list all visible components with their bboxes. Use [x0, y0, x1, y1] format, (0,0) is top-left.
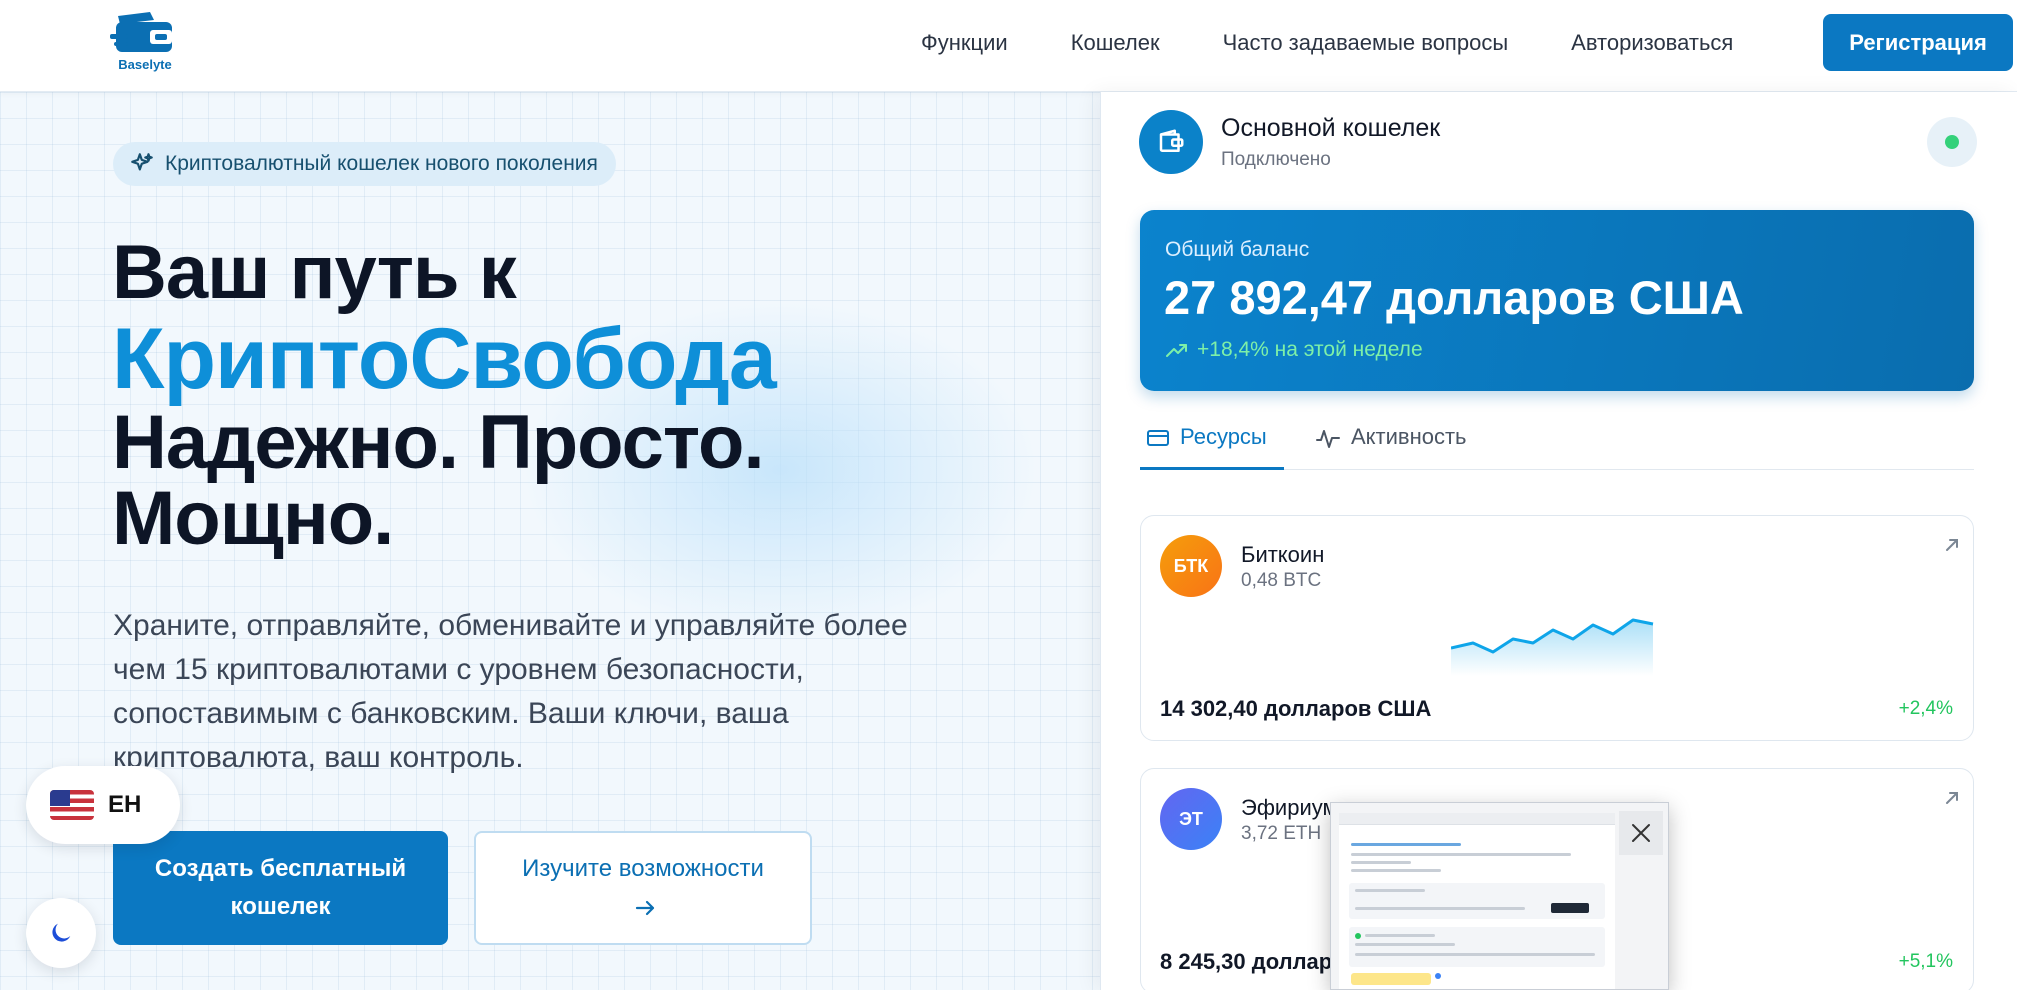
create-wallet-button-label: Создать бесплатный кошелек	[154, 855, 407, 920]
asset-change: +5,1%	[1898, 951, 1953, 972]
online-dot	[1945, 135, 1959, 149]
credit-card-icon	[1147, 430, 1169, 446]
asset-amount: 3,72 ETH	[1241, 823, 1322, 844]
arrow-up-right-icon	[1946, 539, 1958, 551]
explore-features-button[interactable]: Изучите возможности	[474, 831, 812, 945]
balance-card: Общий баланс 27 892,47 долларов США +18,…	[1140, 210, 1974, 391]
balance-label: Общий баланс	[1165, 238, 1310, 261]
arrow-up-right-icon	[1946, 792, 1958, 804]
nav-faq[interactable]: Часто задаваемые вопросы	[1223, 30, 1509, 56]
asset-amount: 0,48 BTC	[1241, 570, 1322, 591]
nav-wallet[interactable]: Кошелек	[1071, 30, 1160, 56]
screenshot-thumbnail	[1339, 813, 1615, 989]
asset-change: +2,4%	[1898, 698, 1953, 719]
hero-title-line-4: Мощно.	[112, 476, 394, 561]
hero-badge-text: Криптовалютный кошелек нового поколения	[165, 152, 598, 175]
us-flag-icon	[50, 790, 94, 820]
activity-icon	[1316, 430, 1340, 448]
sparkles-icon	[131, 153, 153, 171]
hero-badge: Криптовалютный кошелек нового поколения	[113, 142, 616, 186]
logo-text: Baselyte	[118, 57, 172, 72]
hero-title-accent: КриптоСвобода	[112, 311, 777, 407]
screenshot-preview-popup[interactable]	[1330, 802, 1669, 990]
balance-value: 27 892,47 долларов США	[1164, 271, 1744, 324]
hero-description: Храните, отправляйте, обменивайте и упра…	[113, 609, 908, 774]
wallet-status: Подключено	[1221, 149, 1331, 170]
tab-assets[interactable]: Ресурсы	[1140, 424, 1284, 470]
create-wallet-button[interactable]: Создать бесплатный кошелек	[113, 831, 448, 945]
tab-activity[interactable]: Активность	[1315, 424, 1467, 470]
nav-features[interactable]: Функции	[921, 30, 1008, 56]
register-button[interactable]: Регистрация	[1823, 14, 2013, 71]
balance-change: +18,4% на этой неделе	[1165, 338, 1423, 362]
btc-coin-icon: БТК	[1160, 535, 1222, 597]
hero-title-line-1: Ваш путь к	[112, 230, 517, 315]
wallet-tabs: Ресурсы Активность	[1140, 424, 1974, 470]
eth-coin-icon: ЭТ	[1160, 788, 1222, 850]
wallet-icon	[1139, 110, 1203, 174]
wallet-title: Основной кошелек	[1221, 114, 1441, 142]
explore-features-button-label: Изучите возможности	[516, 850, 770, 926]
logo[interactable]: Baselyte	[110, 10, 180, 74]
nav-login[interactable]: Авторизоваться	[1571, 30, 1733, 56]
language-switcher[interactable]: EH	[26, 766, 180, 844]
hero-title-line-3: Надежно. Просто.	[112, 400, 765, 485]
asset-name: Эфириум	[1241, 795, 1338, 820]
main-nav: Функции Кошелек Часто задаваемые вопросы…	[921, 0, 1796, 86]
asset-card-btc[interactable]: БТК Биткоин 0,48 BTC 14 302,40 долларов …	[1140, 515, 1974, 741]
language-code: EH	[108, 791, 142, 818]
top-navbar: Baselyte Функции Кошелек Часто задаваемы…	[0, 0, 2017, 92]
asset-name: Биткоин	[1241, 542, 1325, 567]
trending-up-icon	[1166, 344, 1187, 357]
connection-indicator	[1927, 117, 1977, 167]
theme-toggle[interactable]	[26, 898, 96, 968]
btc-sparkline	[1451, 618, 1654, 676]
asset-usd-value: 14 302,40 долларов США	[1160, 696, 1432, 721]
close-icon	[1632, 824, 1650, 842]
moon-icon	[52, 923, 71, 942]
arrow-right-icon	[635, 900, 655, 915]
wallet-logo-icon	[110, 12, 172, 52]
popup-close-button[interactable]	[1619, 811, 1663, 855]
